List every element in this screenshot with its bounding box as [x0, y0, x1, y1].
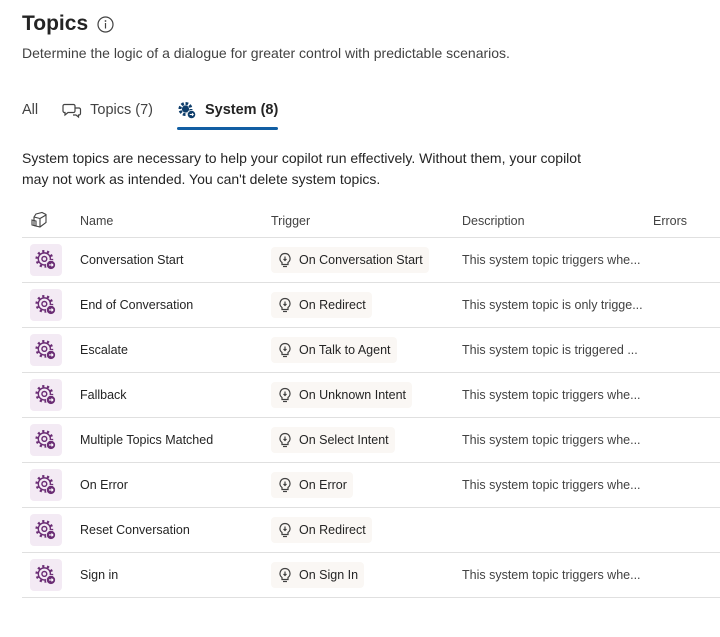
- table-row[interactable]: Escalate On Talk to Agent This system to…: [22, 328, 720, 373]
- row-trigger-label: On Redirect: [299, 523, 366, 537]
- header-icon-cell: [22, 211, 80, 232]
- row-name[interactable]: Conversation Start: [80, 253, 271, 267]
- col-trigger[interactable]: Trigger: [271, 214, 462, 228]
- tab-topics-label: Topics (7): [90, 102, 153, 118]
- table-row[interactable]: Reset Conversation On Redirect: [22, 508, 720, 553]
- row-trigger-label: On Unknown Intent: [299, 388, 407, 402]
- row-trigger-label: On Sign In: [299, 568, 359, 582]
- table-row[interactable]: Fallback On Unknown Intent This system t…: [22, 373, 720, 418]
- row-trigger-cell: On Error: [271, 472, 462, 498]
- system-topics-note: System topics are necessary to help your…: [22, 150, 581, 187]
- trigger-pill: On Redirect: [271, 292, 372, 318]
- row-description: This system topic triggers whe...: [462, 568, 641, 582]
- col-errors[interactable]: Errors: [653, 214, 720, 228]
- row-icon-cell: [22, 244, 80, 276]
- table-row[interactable]: On Error On Error This system topic trig…: [22, 463, 720, 508]
- system-topic-icon: [30, 379, 62, 411]
- row-description: This system topic triggers whe...: [462, 253, 641, 267]
- page-title: Topics: [22, 12, 89, 35]
- trigger-icon: [277, 252, 293, 268]
- row-name[interactable]: Reset Conversation: [80, 523, 271, 537]
- trigger-icon: [277, 477, 293, 493]
- row-description: This system topic triggers whe...: [462, 478, 641, 492]
- row-name[interactable]: Fallback: [80, 388, 271, 402]
- table-row[interactable]: Multiple Topics Matched On Select Intent…: [22, 418, 720, 463]
- page-subtitle: Determine the logic of a dialogue for gr…: [22, 45, 510, 61]
- tab-topics[interactable]: Topics (7): [62, 98, 153, 122]
- col-description[interactable]: Description: [462, 214, 653, 228]
- row-description: This system topic triggers whe...: [462, 433, 641, 447]
- trigger-icon: [277, 387, 293, 403]
- row-trigger-cell: On Redirect: [271, 517, 462, 543]
- row-trigger-cell: On Sign In: [271, 562, 462, 588]
- table-header: Name Trigger Description Errors: [22, 205, 720, 238]
- row-icon-cell: [22, 559, 80, 591]
- row-trigger-label: On Select Intent: [299, 433, 389, 447]
- row-icon-cell: [22, 289, 80, 321]
- trigger-pill: On Select Intent: [271, 427, 395, 453]
- system-topic-icon: [30, 334, 62, 366]
- row-name[interactable]: Escalate: [80, 343, 271, 357]
- trigger-pill: On Talk to Agent: [271, 337, 397, 363]
- topics-table: Name Trigger Description Errors Conversa…: [22, 205, 720, 598]
- row-trigger-cell: On Redirect: [271, 292, 462, 318]
- col-name[interactable]: Name: [80, 214, 271, 228]
- trigger-pill: On Sign In: [271, 562, 365, 588]
- system-topic-icon: [30, 289, 62, 321]
- table-row[interactable]: Conversation Start On Conversation Start…: [22, 238, 720, 283]
- row-description: This system topic is triggered ...: [462, 343, 638, 357]
- system-topic-icon: [30, 514, 62, 546]
- row-trigger-label: On Error: [299, 478, 347, 492]
- trigger-icon: [277, 522, 293, 538]
- row-icon-cell: [22, 379, 80, 411]
- row-icon-cell: [22, 334, 80, 366]
- trigger-icon: [277, 342, 293, 358]
- trigger-pill: On Error: [271, 472, 353, 498]
- row-trigger-label: On Talk to Agent: [299, 343, 391, 357]
- row-name[interactable]: On Error: [80, 478, 271, 492]
- table-row[interactable]: End of Conversation On Redirect This sys…: [22, 283, 720, 328]
- row-trigger-cell: On Conversation Start: [271, 247, 462, 273]
- topic-type-icon[interactable]: [30, 211, 48, 232]
- trigger-pill: On Conversation Start: [271, 247, 429, 273]
- chat-bubbles-icon: [62, 100, 82, 120]
- trigger-pill: On Redirect: [271, 517, 372, 543]
- system-topic-icon: [30, 559, 62, 591]
- row-trigger-cell: On Talk to Agent: [271, 337, 462, 363]
- page-header: Topics: [22, 12, 114, 36]
- info-icon[interactable]: [97, 15, 114, 33]
- trigger-pill: On Unknown Intent: [271, 382, 413, 408]
- row-icon-cell: [22, 514, 80, 546]
- trigger-icon: [277, 567, 293, 583]
- tab-system-label: System (8): [204, 102, 279, 118]
- row-trigger-cell: On Unknown Intent: [271, 382, 462, 408]
- trigger-icon: [277, 297, 293, 313]
- topic-tabs: All Topics (7) System (8): [22, 98, 302, 130]
- system-topic-icon: [30, 244, 62, 276]
- row-trigger-cell: On Select Intent: [271, 427, 462, 453]
- row-name[interactable]: Sign in: [80, 568, 271, 582]
- row-trigger-label: On Redirect: [299, 298, 366, 312]
- row-name[interactable]: End of Conversation: [80, 298, 271, 312]
- row-icon-cell: [22, 469, 80, 501]
- row-icon-cell: [22, 424, 80, 456]
- trigger-icon: [277, 432, 293, 448]
- tab-all[interactable]: All: [22, 98, 38, 122]
- tab-all-label: All: [22, 102, 39, 118]
- tab-system[interactable]: System (8): [176, 98, 279, 130]
- row-name[interactable]: Multiple Topics Matched: [80, 433, 271, 447]
- row-trigger-label: On Conversation Start: [299, 253, 423, 267]
- system-topic-icon: [30, 469, 62, 501]
- row-description: This system topic triggers whe...: [462, 388, 641, 402]
- table-body: Conversation Start On Conversation Start…: [22, 238, 720, 598]
- system-topic-icon: [30, 424, 62, 456]
- row-description: This system topic is only trigge...: [462, 298, 643, 312]
- table-row[interactable]: Sign in On Sign In This system topic tri…: [22, 553, 720, 598]
- system-gear-icon: [177, 100, 197, 120]
